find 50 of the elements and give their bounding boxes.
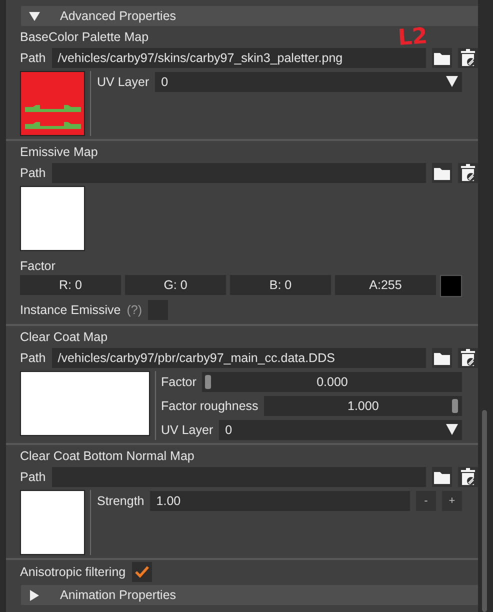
path-label: Path (20, 51, 46, 65)
section-header[interactable]: Advanced Properties (21, 6, 478, 26)
channel-field[interactable]: B: 0 (230, 275, 331, 295)
uv-layer-dropdown[interactable]: 0 (155, 72, 462, 92)
path-label: Path (20, 351, 46, 365)
slider[interactable]: 0.000 (202, 372, 462, 392)
folder-icon[interactable] (432, 348, 452, 368)
decrement-button[interactable]: - (416, 490, 436, 510)
trash-icon[interactable] (458, 348, 478, 368)
color-swatch[interactable] (440, 275, 462, 297)
uv-layer-dropdown[interactable]: 0 (219, 420, 462, 440)
expand-icon (29, 10, 40, 22)
trash-icon[interactable] (458, 467, 478, 487)
folder-icon[interactable] (432, 48, 452, 68)
texture-preview (20, 490, 85, 555)
map-title: Clear Coat Bottom Normal Map (20, 449, 194, 464)
control-label: Factor (161, 374, 196, 388)
control-label: UV Layer (97, 74, 150, 88)
folder-icon[interactable] (432, 467, 452, 487)
strength-field[interactable]: 1.00 (150, 490, 410, 510)
channel-field[interactable]: R: 0 (20, 275, 121, 295)
map-title: Emissive Map (20, 145, 98, 160)
trash-icon[interactable] (458, 163, 478, 183)
map-title: Clear Coat Map (20, 330, 108, 345)
increment-button[interactable]: + (442, 490, 462, 510)
section-header[interactable]: Animation Properties (21, 585, 478, 605)
control-label: UV Layer (161, 422, 214, 436)
factor-label: Factor (20, 259, 56, 273)
control-label: Strength (97, 494, 144, 508)
channel-field[interactable]: G: 0 (125, 275, 226, 295)
channel-field[interactable]: A:255 (335, 275, 436, 295)
path-field[interactable]: /vehicles/carby97/skins/carby97_skin3_paletter.png (52, 48, 426, 68)
scrollbar-thumb[interactable] (482, 410, 487, 612)
caret-icon (446, 76, 458, 87)
option-label: Anisotropic filtering (20, 565, 126, 579)
option-label: Instance Emissive (20, 303, 121, 317)
texture-preview (20, 186, 85, 251)
expand-icon (29, 590, 40, 600)
path-label: Path (20, 470, 46, 484)
path-field[interactable]: /vehicles/carby97/pbr/carby97_main_cc.data.DDS (52, 348, 426, 368)
map-title: BaseColor Palette Map (20, 30, 149, 45)
help-hint[interactable]: (?) (126, 303, 142, 317)
slider[interactable]: 1.000 (264, 396, 462, 416)
folder-icon[interactable] (432, 163, 452, 183)
handwritten-annotation: L2 (397, 26, 428, 50)
path-label: Path (20, 166, 46, 180)
caret-icon (446, 424, 458, 435)
checkbox[interactable] (132, 562, 152, 582)
trash-icon[interactable] (458, 48, 478, 68)
control-label: Factor roughness (161, 398, 258, 412)
